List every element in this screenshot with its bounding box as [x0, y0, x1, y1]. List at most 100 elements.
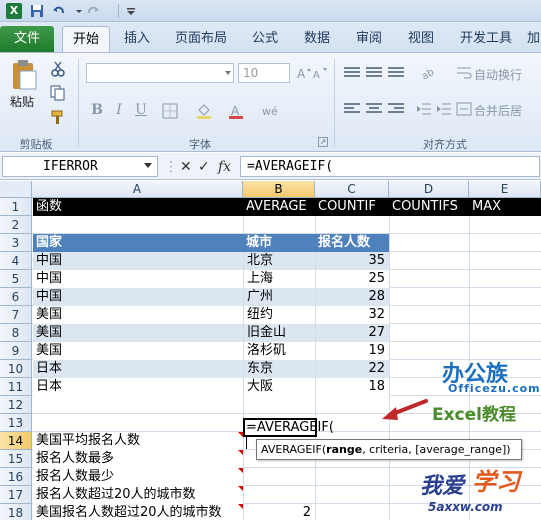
- customize-toolbar-icon[interactable]: [124, 4, 138, 18]
- phonetic-icon[interactable]: wén: [262, 103, 278, 119]
- row-header[interactable]: 5: [0, 270, 32, 288]
- copy-icon[interactable]: [50, 85, 66, 101]
- paste-icon[interactable]: [10, 59, 38, 91]
- cell-count[interactable]: 35: [316, 252, 389, 270]
- cell-d1[interactable]: COUNTIFS: [389, 198, 469, 216]
- cell-country[interactable]: 日本: [33, 360, 243, 378]
- column-header-b[interactable]: B: [243, 181, 315, 198]
- cell-count[interactable]: 19: [316, 342, 389, 360]
- row-header[interactable]: 17: [0, 486, 32, 504]
- tab-insert[interactable]: 插入: [114, 26, 160, 52]
- row-header[interactable]: 10: [0, 360, 32, 378]
- row-header[interactable]: 9: [0, 342, 32, 360]
- cancel-button[interactable]: ✕: [180, 157, 192, 177]
- active-cell-b14[interactable]: =AVERAGEIF(: [243, 418, 334, 449]
- cell-count[interactable]: 27: [316, 324, 389, 342]
- row-header[interactable]: 7: [0, 306, 32, 324]
- cell-city[interactable]: 北京: [244, 252, 315, 270]
- cell-count[interactable]: 18: [316, 378, 389, 396]
- row-header[interactable]: 1: [0, 198, 32, 216]
- column-header-e[interactable]: E: [469, 181, 541, 198]
- grow-font-icon[interactable]: A: [296, 65, 312, 81]
- cell-b1[interactable]: AVERAGE: [243, 198, 315, 216]
- cell-question[interactable]: 美国平均报名人数: [33, 432, 243, 450]
- bold-button[interactable]: B: [88, 101, 106, 119]
- tab-home[interactable]: 开始: [62, 26, 110, 52]
- function-tooltip[interactable]: AVERAGEIF(range, criteria, [average_rang…: [256, 439, 522, 460]
- save-icon[interactable]: [30, 4, 44, 18]
- column-header-a[interactable]: A: [32, 181, 243, 198]
- row-header[interactable]: 6: [0, 288, 32, 306]
- cell-question[interactable]: 报名人数超过20人的城市数: [33, 486, 243, 504]
- name-box-dropdown-icon[interactable]: [144, 163, 152, 169]
- insert-function-button[interactable]: fx: [218, 157, 231, 177]
- orientation-icon[interactable]: ab: [420, 65, 436, 81]
- tab-addins[interactable]: 加: [526, 26, 541, 52]
- tab-formulas[interactable]: 公式: [242, 26, 288, 52]
- cell-e1[interactable]: MAX: [469, 198, 541, 216]
- cell-count[interactable]: 32: [316, 306, 389, 324]
- undo-dropdown-icon[interactable]: [72, 4, 86, 18]
- tab-view[interactable]: 视图: [398, 26, 444, 52]
- paste-label[interactable]: 粘贴: [10, 93, 34, 110]
- merge-center-label[interactable]: 合并后居: [474, 102, 522, 119]
- tab-data[interactable]: 数据: [294, 26, 340, 52]
- cell-city[interactable]: 东京: [244, 360, 315, 378]
- row-header[interactable]: 16: [0, 468, 32, 486]
- tooltip-function-name[interactable]: AVERAGEIF(: [261, 443, 326, 456]
- cell-country[interactable]: 美国: [33, 342, 243, 360]
- row-header[interactable]: 4: [0, 252, 32, 270]
- align-left-icon[interactable]: [344, 103, 360, 117]
- cell-count[interactable]: 25: [316, 270, 389, 288]
- font-dialog-launcher-icon[interactable]: [318, 137, 328, 147]
- tab-page-layout[interactable]: 页面布局: [166, 26, 236, 52]
- cell-city[interactable]: 洛杉矶: [244, 342, 315, 360]
- cell-country[interactable]: 中国: [33, 288, 243, 306]
- font-family-combo[interactable]: [86, 63, 234, 83]
- undo-icon[interactable]: [52, 4, 66, 18]
- row-header[interactable]: 12: [0, 396, 32, 414]
- cell-question[interactable]: 报名人数最少: [33, 468, 243, 486]
- row-header[interactable]: 15: [0, 450, 32, 468]
- align-middle-icon[interactable]: [366, 67, 382, 81]
- align-right-icon[interactable]: [388, 103, 404, 117]
- cell-country[interactable]: 中国: [33, 270, 243, 288]
- tab-review[interactable]: 审阅: [346, 26, 392, 52]
- cell-city[interactable]: 广州: [244, 288, 315, 306]
- cell-c3[interactable]: 报名人数: [315, 234, 389, 252]
- cell-c1[interactable]: COUNTIF: [315, 198, 389, 216]
- align-bottom-icon[interactable]: [388, 67, 404, 81]
- formula-input[interactable]: =AVERAGEIF(: [240, 156, 540, 177]
- cell-country[interactable]: 中国: [33, 252, 243, 270]
- column-header-d[interactable]: D: [389, 181, 469, 198]
- merge-center-icon[interactable]: [456, 101, 472, 117]
- cell-b3[interactable]: 城市: [243, 234, 315, 252]
- wrap-text-icon[interactable]: [456, 65, 472, 81]
- font-size-combo[interactable]: 10: [238, 63, 290, 83]
- increase-indent-icon[interactable]: [436, 101, 452, 117]
- row-header[interactable]: 3: [0, 234, 32, 252]
- row-header[interactable]: 14: [0, 432, 32, 450]
- row-header[interactable]: 2: [0, 216, 32, 234]
- redo-icon[interactable]: [86, 4, 100, 18]
- tab-file[interactable]: 文件: [0, 26, 54, 52]
- enter-button[interactable]: ✓: [198, 157, 210, 177]
- row-header[interactable]: 11: [0, 378, 32, 396]
- tab-developer[interactable]: 开发工具: [450, 26, 522, 52]
- cell-count[interactable]: 28: [316, 288, 389, 306]
- row-header[interactable]: 18: [0, 504, 32, 520]
- fill-color-icon[interactable]: [196, 103, 212, 119]
- cell-count[interactable]: 22: [316, 360, 389, 378]
- shrink-font-icon[interactable]: A: [312, 65, 328, 81]
- format-painter-icon[interactable]: [50, 109, 66, 125]
- cell-city[interactable]: 纽约: [244, 306, 315, 324]
- cell-answer[interactable]: 2: [244, 504, 315, 520]
- borders-icon[interactable]: [162, 103, 178, 119]
- cell-question[interactable]: 美国报名人数超过20人的城市数: [33, 504, 243, 520]
- cell-a1[interactable]: 函数: [33, 198, 243, 216]
- cell-a3[interactable]: 国家: [33, 234, 243, 252]
- wrap-text-label[interactable]: 自动换行: [474, 66, 522, 83]
- cell-country[interactable]: 美国: [33, 306, 243, 324]
- cell-country[interactable]: 日本: [33, 378, 243, 396]
- decrease-indent-icon[interactable]: [416, 101, 432, 117]
